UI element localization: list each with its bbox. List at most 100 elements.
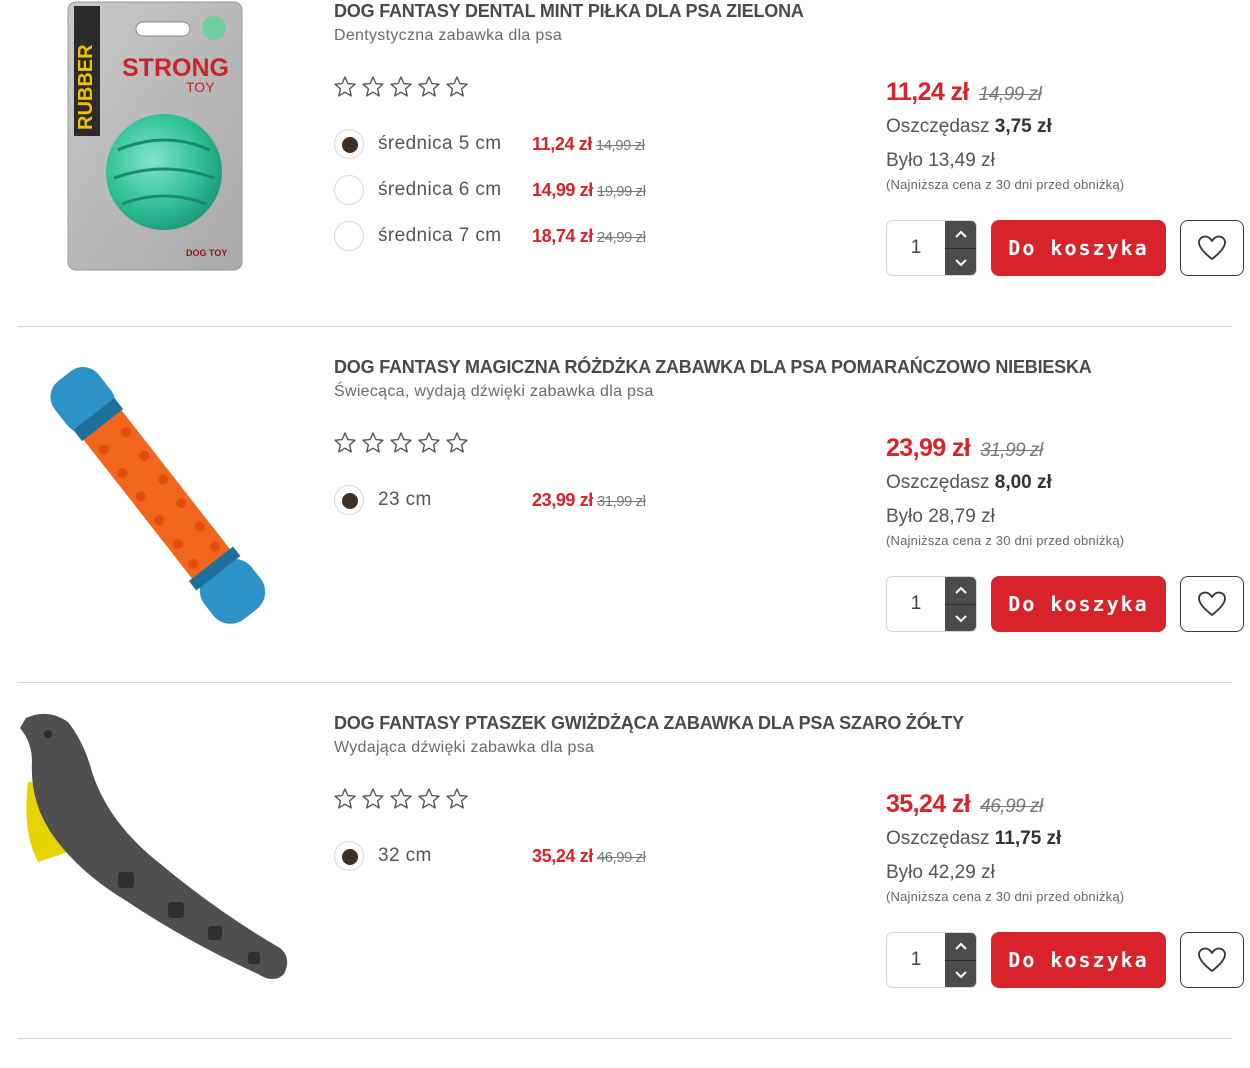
current-price: 11,24 zł 14,99 zł <box>886 78 1042 106</box>
current-price: 35,24 zł 46,99 zł <box>886 790 1043 818</box>
green-dental-ball-in-package-icon: RUBBER STRONG TOY DOG TOY <box>67 1 243 271</box>
variant-radio[interactable] <box>334 129 364 159</box>
variant-price: 23,99 zł 31,99 zł <box>532 489 646 510</box>
savings-text: Oszczędasz 8,00 zł <box>886 472 1052 493</box>
variant-radio[interactable] <box>334 221 364 251</box>
chevron-down-icon <box>955 259 967 267</box>
variant-price: 35,24 zł 46,99 zł <box>532 845 646 866</box>
variant-option[interactable]: 32 cm 35,24 zł 46,99 zł <box>334 840 674 872</box>
quantity-decrease-button[interactable] <box>945 604 976 631</box>
chevron-down-icon <box>955 615 967 623</box>
star-outline-icon <box>390 76 412 97</box>
variant-label: średnica 7 cm <box>378 225 502 246</box>
variant-old-price: 46,99 zł <box>596 848 646 866</box>
divider <box>18 1038 1232 1039</box>
previous-price: Było 28,79 zł <box>886 506 995 527</box>
variant-radio[interactable] <box>334 485 364 515</box>
savings-value: 3,75 zł <box>994 116 1052 137</box>
chevron-up-icon <box>955 586 967 594</box>
add-to-cart-button[interactable]: Do koszyka <box>991 576 1166 632</box>
variant-radio[interactable] <box>334 175 364 205</box>
product-image[interactable]: RUBBER STRONG TOY DOG TOY <box>18 0 298 290</box>
svg-text:TOY: TOY <box>186 79 215 95</box>
variant-label: 32 cm <box>378 845 432 866</box>
product-card: RUBBER STRONG TOY DOG TOY DOG FANTASY DE… <box>0 0 1250 356</box>
star-outline-icon <box>418 788 440 809</box>
svg-text:RUBBER: RUBBER <box>75 44 97 130</box>
variant-old-price: 14,99 zł <box>595 136 645 154</box>
star-outline-icon <box>446 788 468 809</box>
old-price: 31,99 zł <box>980 440 1043 461</box>
star-outline-icon <box>334 788 356 809</box>
add-to-cart-button[interactable]: Do koszyka <box>991 220 1166 276</box>
lowest-price-note: (Najniższa cena z 30 dni przed obniżką) <box>886 533 1125 548</box>
variant-label: średnica 6 cm <box>378 179 502 200</box>
quantity-stepper: 1 <box>886 932 977 988</box>
variant-price: 11,24 zł 14,99 zł <box>532 133 645 154</box>
current-price: 23,99 zł 31,99 zł <box>886 434 1043 462</box>
quantity-input[interactable]: 1 <box>887 221 945 275</box>
product-title[interactable]: DOG FANTASY MAGICZNA RÓŻDŻKA ZABAWKA DLA… <box>334 357 1092 378</box>
product-subtitle: Wydająca dźwięki zabawka dla psa <box>334 739 595 756</box>
star-outline-icon <box>446 76 468 97</box>
chevron-up-icon <box>955 942 967 950</box>
variant-old-price: 24,99 zł <box>596 228 646 246</box>
rating-stars[interactable] <box>333 75 469 99</box>
wishlist-button[interactable] <box>1180 932 1244 988</box>
svg-text:DOG TOY: DOG TOY <box>186 248 227 258</box>
chevron-up-icon <box>955 230 967 238</box>
rating-stars[interactable] <box>333 787 469 811</box>
wishlist-button[interactable] <box>1180 220 1244 276</box>
heart-icon <box>1198 235 1226 260</box>
wishlist-button[interactable] <box>1180 576 1244 632</box>
heart-icon <box>1198 591 1226 616</box>
chevron-down-icon <box>955 971 967 979</box>
variant-label: średnica 5 cm <box>378 133 502 154</box>
savings-value: 8,00 zł <box>994 472 1052 493</box>
product-subtitle: Dentystyczna zabawka dla psa <box>334 27 563 44</box>
divider <box>18 326 1232 327</box>
quantity-input[interactable]: 1 <box>887 933 945 987</box>
old-price: 46,99 zł <box>980 796 1043 817</box>
orange-blue-wand-toy-icon <box>50 367 266 624</box>
variant-option[interactable]: średnica 6 cm 14,99 zł 19,99 zł <box>334 174 674 206</box>
rating-stars[interactable] <box>333 431 469 455</box>
quantity-input[interactable]: 1 <box>887 577 945 631</box>
quantity-increase-button[interactable] <box>945 221 976 248</box>
variant-price: 14,99 zł 19,99 zł <box>532 179 646 200</box>
quantity-stepper: 1 <box>886 576 977 632</box>
add-to-cart-button[interactable]: Do koszyka <box>991 932 1166 988</box>
quantity-increase-button[interactable] <box>945 933 976 960</box>
previous-price: Było 42,29 zł <box>886 862 995 883</box>
product-card: DOG FANTASY PTASZEK GWIŻDŻĄCA ZABAWKA DL… <box>0 712 1250 1068</box>
quantity-stepper: 1 <box>886 220 977 276</box>
variant-old-price: 31,99 zł <box>596 492 646 510</box>
star-outline-icon <box>362 432 384 453</box>
variant-option[interactable]: średnica 7 cm 18,74 zł 24,99 zł <box>334 220 674 252</box>
lowest-price-note: (Najniższa cena z 30 dni przed obniżką) <box>886 177 1125 192</box>
savings-text: Oszczędasz 3,75 zł <box>886 116 1052 137</box>
product-title[interactable]: DOG FANTASY DENTAL MINT PIŁKA DLA PSA ZI… <box>334 1 804 22</box>
star-outline-icon <box>390 788 412 809</box>
product-title[interactable]: DOG FANTASY PTASZEK GWIŻDŻĄCA ZABAWKA DL… <box>334 713 964 734</box>
quantity-decrease-button[interactable] <box>945 960 976 987</box>
product-image[interactable] <box>18 712 298 1002</box>
savings-text: Oszczędasz 11,75 zł <box>886 828 1062 849</box>
star-outline-icon <box>334 76 356 97</box>
star-outline-icon <box>446 432 468 453</box>
variant-option[interactable]: średnica 5 cm 11,24 zł 14,99 zł <box>334 128 674 160</box>
variant-radio[interactable] <box>334 841 364 871</box>
previous-price: Było 13,49 zł <box>886 150 995 171</box>
variant-price: 18,74 zł 24,99 zł <box>532 225 646 246</box>
quantity-increase-button[interactable] <box>945 577 976 604</box>
quantity-decrease-button[interactable] <box>945 248 976 275</box>
grey-yellow-bird-toy-icon <box>20 713 288 979</box>
product-image[interactable] <box>18 356 298 646</box>
svg-text:STRONG: STRONG <box>122 54 229 82</box>
star-outline-icon <box>390 432 412 453</box>
star-outline-icon <box>362 788 384 809</box>
lowest-price-note: (Najniższa cena z 30 dni przed obniżką) <box>886 889 1125 904</box>
product-subtitle: Świecąca, wydają dźwięki zabawka dla psa <box>334 383 654 400</box>
divider <box>18 682 1232 683</box>
variant-option[interactable]: 23 cm 23,99 zł 31,99 zł <box>334 484 674 516</box>
